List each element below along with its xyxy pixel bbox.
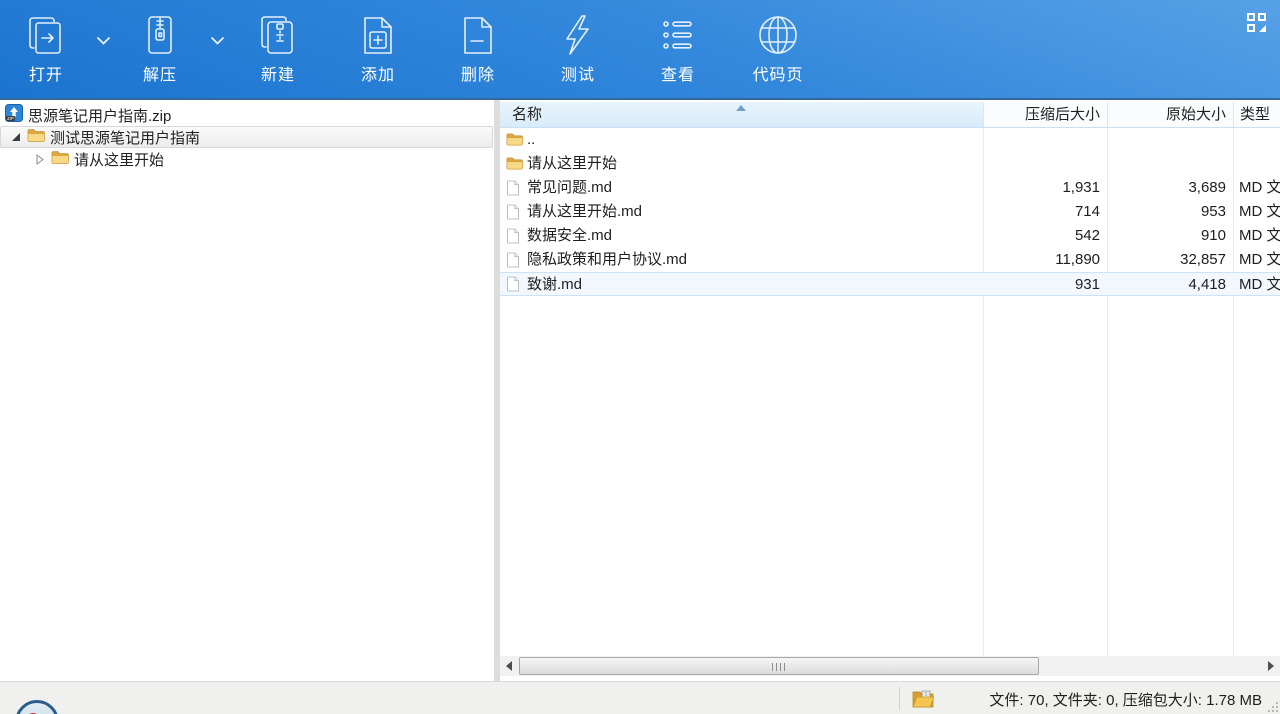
- extract-dropdown-chevron[interactable]: [206, 30, 228, 52]
- toolbar-button-label: 查看: [660, 67, 695, 84]
- file-list-panel: 名称 压缩后大小 原始大小 类型 .. 请从这里开始 常见问题.md 1,931…: [500, 100, 1280, 681]
- status-divider: [899, 687, 900, 710]
- status-bar: 文件: 70, 文件夹: 0, 压缩包大小: 1.78 MB: [0, 681, 1280, 714]
- new-archive-icon: [261, 16, 293, 54]
- archive-summary: 文件: 70, 文件夹: 0, 压缩包大小: 1.78 MB: [989, 692, 1262, 709]
- archive-tree-panel: ZIP 思源笔记用户指南.zip 测试思源笔记用户指南 请从这里开始: [0, 100, 494, 681]
- toolbar: 打开 解压 新建 添加 删除 测试 查看 代码页: [0, 0, 1280, 100]
- toolbar-button-label: 测试: [560, 67, 595, 84]
- file-row-up[interactable]: ..: [500, 128, 1280, 152]
- folder-icon: [27, 128, 45, 147]
- zip-archive-icon: ZIP: [5, 104, 23, 126]
- file-row[interactable]: 常见问题.md 1,931 3,689 MD 文件: [500, 176, 1280, 200]
- view-icon: [663, 21, 692, 49]
- extract-button[interactable]: 解压: [127, 10, 193, 96]
- delete-button[interactable]: 删除: [445, 10, 511, 96]
- file-row[interactable]: 请从这里开始.md 714 953 MD 文件: [500, 200, 1280, 224]
- test-button[interactable]: 测试: [545, 10, 611, 96]
- tree-item-label: 测试思源笔记用户指南: [50, 129, 201, 147]
- expanded-triangle-icon[interactable]: [10, 131, 22, 143]
- file-row-folder[interactable]: 请从这里开始: [500, 152, 1280, 176]
- toolbar-button-label: 新建: [260, 67, 295, 84]
- new-archive-button[interactable]: 新建: [245, 10, 311, 96]
- column-header-type[interactable]: 类型: [1233, 102, 1280, 127]
- column-header-name[interactable]: 名称: [500, 102, 983, 127]
- folder-icon: [51, 150, 69, 169]
- codepage-button[interactable]: 代码页: [745, 10, 811, 96]
- add-files-icon: [364, 17, 392, 54]
- column-header-original-size[interactable]: 原始大小: [1107, 102, 1233, 127]
- toolbar-button-label: 打开: [28, 67, 63, 84]
- test-icon: [566, 15, 589, 55]
- open-dropdown-chevron[interactable]: [92, 30, 114, 52]
- open-button[interactable]: 打开: [13, 10, 79, 96]
- resize-grip[interactable]: [1266, 700, 1278, 712]
- toolbar-button-label: 删除: [460, 67, 495, 84]
- sort-ascending-icon: [736, 105, 746, 111]
- main-area: ZIP 思源笔记用户指南.zip 测试思源笔记用户指南 请从这里开始 名称 压缩…: [0, 100, 1280, 681]
- svg-text:ZIP: ZIP: [7, 116, 14, 121]
- scrollbar-thumb[interactable]: [519, 657, 1039, 675]
- toolbar-button-label: 代码页: [752, 67, 804, 84]
- toolbar-button-label: 解压: [142, 67, 177, 84]
- codepage-icon: [759, 16, 797, 54]
- scroll-right-button[interactable]: [1262, 656, 1280, 676]
- open-archive-icon: [29, 17, 61, 54]
- tree-item-test-folder[interactable]: 测试思源笔记用户指南: [0, 126, 493, 148]
- extract-icon: [148, 16, 172, 54]
- collapsed-triangle-icon[interactable]: [34, 153, 46, 165]
- column-header-compressed-size[interactable]: 压缩后大小: [983, 102, 1107, 127]
- tree-item-label: 思源笔记用户指南.zip: [28, 107, 172, 125]
- archive-folder-icon: [912, 688, 935, 713]
- view-button[interactable]: 查看: [645, 10, 711, 96]
- grid-layout-icon[interactable]: [1247, 13, 1267, 33]
- toolbar-button-label: 添加: [360, 67, 395, 84]
- scroll-left-button[interactable]: [500, 656, 518, 676]
- tree-item-label: 请从这里开始: [74, 151, 165, 169]
- file-row[interactable]: 数据安全.md 542 910 MD 文件: [500, 224, 1280, 248]
- add-files-button[interactable]: 添加: [345, 10, 411, 96]
- scrollbar-grip-icon: [772, 663, 786, 671]
- tree-item-start-folder[interactable]: 请从这里开始: [0, 148, 494, 170]
- list-header: 名称 压缩后大小 原始大小 类型: [500, 102, 1280, 128]
- horizontal-scrollbar[interactable]: [500, 656, 1280, 676]
- file-row[interactable]: 隐私政策和用户协议.md 11,890 32,857 MD 文件: [500, 248, 1280, 272]
- file-row-selected[interactable]: 致谢.md 931 4,418 MD 文件: [500, 272, 1280, 296]
- tree-item-archive-root[interactable]: ZIP 思源笔记用户指南.zip: [0, 104, 494, 126]
- delete-icon: [464, 17, 492, 54]
